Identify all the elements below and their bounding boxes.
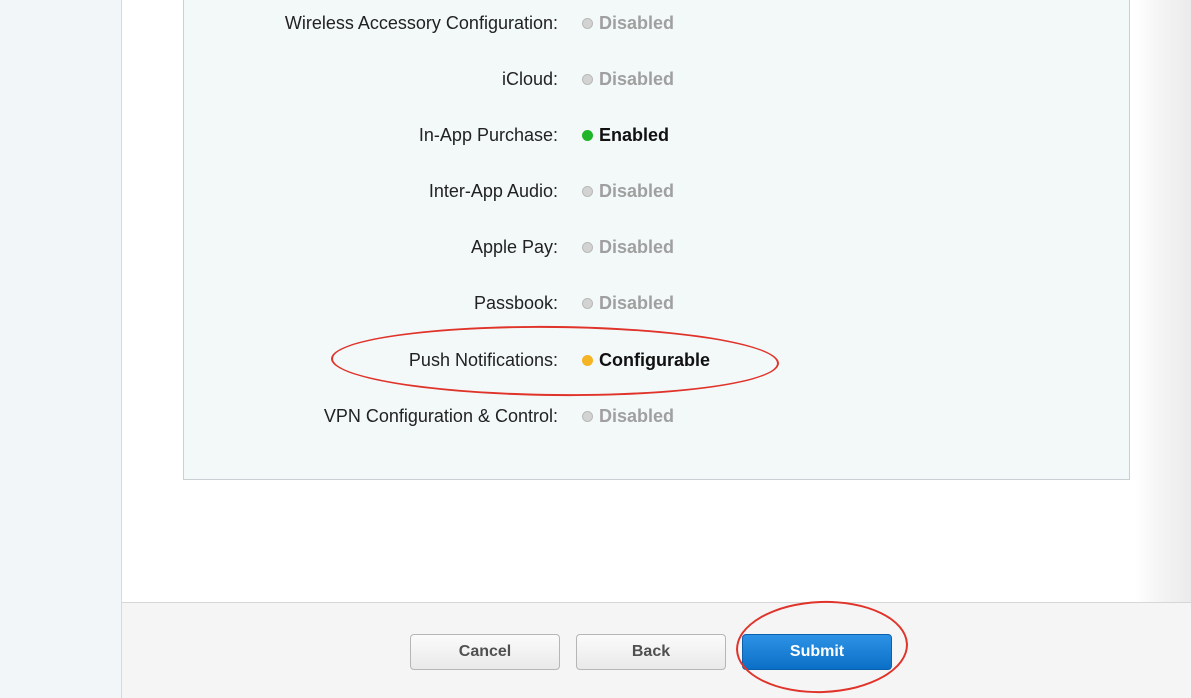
service-label: VPN Configuration & Control: <box>323 406 558 426</box>
service-status-text: Enabled <box>599 125 670 145</box>
service-label: iCloud: <box>501 69 558 89</box>
service-status-text: Configurable <box>599 350 710 370</box>
right-page-edge <box>1136 0 1191 602</box>
service-status-text: Disabled <box>599 293 675 313</box>
service-label: In-App Purchase: <box>418 125 558 145</box>
service-row-icloud: iCloud: Disabled <box>183 64 1130 94</box>
service-status: Disabled <box>582 8 674 38</box>
service-label: Inter-App Audio: <box>428 181 558 201</box>
status-dot-icon <box>582 298 593 309</box>
back-button[interactable]: Back <box>576 634 726 670</box>
service-row-in-app-purchase: In-App Purchase: Enabled <box>183 120 1130 150</box>
service-status-text: Disabled <box>599 13 675 33</box>
service-label: Push Notifications: <box>408 350 558 370</box>
service-status: Disabled <box>582 232 674 262</box>
service-label: Apple Pay: <box>470 237 558 257</box>
service-status-text: Disabled <box>599 406 675 426</box>
service-status: Disabled <box>582 64 674 94</box>
status-dot-icon <box>582 242 593 253</box>
service-row-push-notifications: Push Notifications: Configurable <box>183 345 1130 375</box>
service-status: Disabled <box>582 288 674 318</box>
service-status-text: Disabled <box>599 181 675 201</box>
service-status: Enabled <box>582 120 669 150</box>
left-sidebar-strip <box>0 0 122 698</box>
status-dot-icon <box>582 355 593 366</box>
service-label: Wireless Accessory Configuration: <box>284 13 558 33</box>
status-dot-icon <box>582 186 593 197</box>
service-row-passbook: Passbook: Disabled <box>183 288 1130 318</box>
service-status: Disabled <box>582 401 674 431</box>
service-status[interactable]: Configurable <box>582 345 710 375</box>
status-dot-icon <box>582 74 593 85</box>
service-label: Passbook: <box>473 293 558 313</box>
service-row-apple-pay: Apple Pay: Disabled <box>183 232 1130 262</box>
status-dot-icon <box>582 130 593 141</box>
service-row-vpn-configuration-control: VPN Configuration & Control: Disabled <box>183 401 1130 431</box>
status-dot-icon <box>582 411 593 422</box>
service-row-inter-app-audio: Inter-App Audio: Disabled <box>183 176 1130 206</box>
service-row-wireless-accessory-configuration: Wireless Accessory Configuration: Disabl… <box>183 8 1130 38</box>
service-status-text: Disabled <box>599 69 675 89</box>
service-status-text: Disabled <box>599 237 675 257</box>
cancel-button[interactable]: Cancel <box>410 634 560 670</box>
submit-button[interactable]: Submit <box>742 634 892 670</box>
status-dot-icon <box>582 18 593 29</box>
service-status: Disabled <box>582 176 674 206</box>
